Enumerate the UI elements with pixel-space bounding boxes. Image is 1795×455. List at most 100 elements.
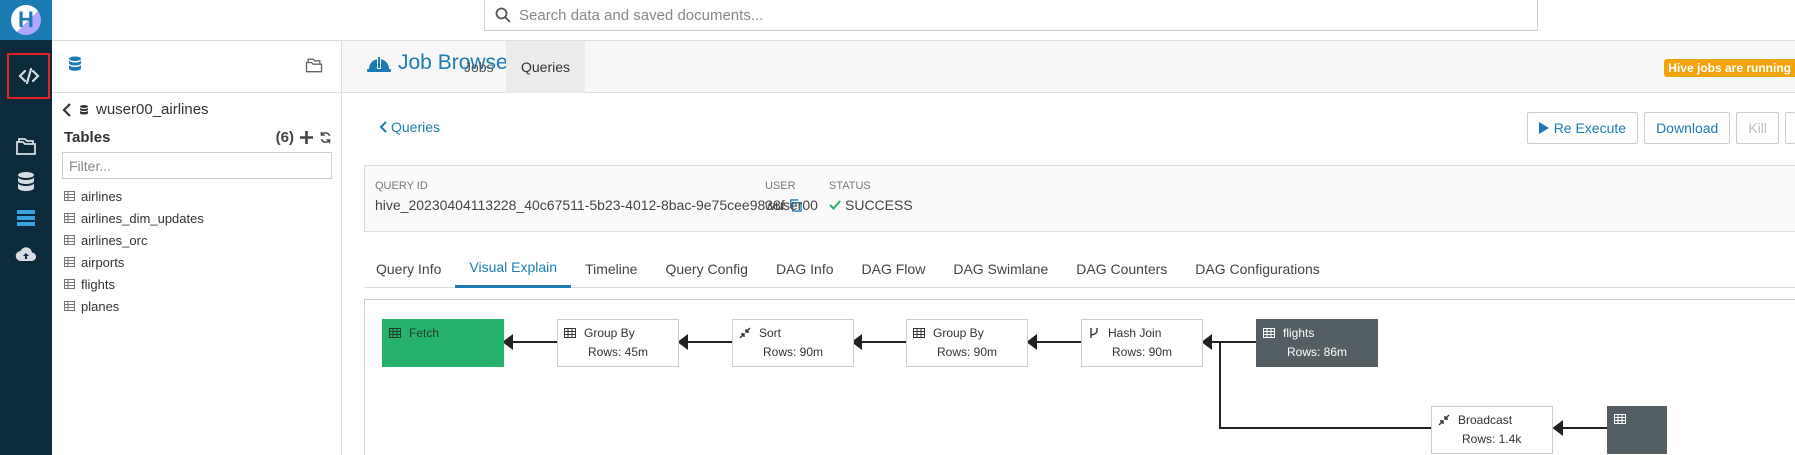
folder-icon[interactable] xyxy=(303,55,325,75)
table-name: airports xyxy=(81,254,125,270)
table-icon xyxy=(64,213,75,223)
chevron-left-icon xyxy=(379,121,387,133)
code-icon xyxy=(17,67,40,85)
tables-filter-input[interactable]: Filter... xyxy=(62,152,332,179)
chevron-left-icon xyxy=(62,102,71,117)
node-rows: Rows: 45m xyxy=(588,345,649,359)
table-item[interactable]: airports xyxy=(64,251,204,273)
visual-explain-canvas[interactable]: Fetch Group By Rows: 45m Sort Rows: 90m … xyxy=(364,299,1795,455)
play-icon xyxy=(1538,122,1549,134)
plan-node-broadcast[interactable]: Broadcast Rows: 1.4k xyxy=(1431,406,1553,454)
database-icon xyxy=(18,172,34,191)
database-icon xyxy=(80,104,88,114)
tab-label: Timeline xyxy=(585,260,638,277)
editor-nav-button[interactable] xyxy=(7,53,50,99)
node-title: Fetch xyxy=(409,326,440,340)
job-browser-main: Job Browser Jobs Queries Hive jobs are r… xyxy=(342,40,1795,455)
plan-node-sort[interactable]: Sort Rows: 90m xyxy=(732,319,854,367)
query-id-field: QUERY ID hive_20230404113228_40c67511-5b… xyxy=(375,180,802,213)
tab-visual-explain[interactable]: Visual Explain xyxy=(455,249,572,288)
user-label: USER xyxy=(765,180,796,192)
query-id-value: hive_20230404113228_40c67511-5b23-4012-8… xyxy=(375,197,785,213)
jobs-nav-button[interactable] xyxy=(0,198,52,238)
status-value: SUCCESS xyxy=(845,197,913,213)
hue-logo[interactable]: H xyxy=(0,0,52,40)
tab-label: DAG Configurations xyxy=(1195,260,1320,277)
table-icon xyxy=(64,257,75,267)
plan-node-fetch[interactable]: Fetch xyxy=(382,319,504,367)
node-title: Broadcast xyxy=(1458,413,1513,427)
app-root: H Search data and saved documents... wus… xyxy=(0,0,1795,455)
node-rows: Rows: 1.4k xyxy=(1462,432,1522,446)
tab-label: Query Config xyxy=(665,260,748,277)
breadcrumb[interactable]: wuser00_airlines xyxy=(62,101,209,118)
node-title: Hash Join xyxy=(1108,326,1162,340)
tab-jobs[interactable]: Jobs xyxy=(449,41,509,93)
kill-label: Kill xyxy=(1748,120,1767,136)
user-value: wuser00 xyxy=(765,197,818,213)
table-item[interactable]: airlines_dim_updates xyxy=(64,207,204,229)
branch-icon xyxy=(1090,328,1098,338)
table-icon xyxy=(1263,328,1275,338)
node-title: Sort xyxy=(759,326,782,340)
logo-icon: H xyxy=(11,5,41,35)
cloud-upload-icon xyxy=(15,247,37,262)
tab-jobs-label: Jobs xyxy=(464,59,494,75)
table-name: airlines_dim_updates xyxy=(81,210,204,226)
refresh-icon[interactable] xyxy=(319,131,332,144)
node-rows: Rows: 86m xyxy=(1287,345,1348,359)
tab-dag-swimlane[interactable]: DAG Swimlane xyxy=(939,249,1062,288)
tab-queries-label: Queries xyxy=(521,59,571,75)
tab-dag-flow[interactable]: DAG Flow xyxy=(848,249,940,288)
table-item[interactable]: airlines_orc xyxy=(64,229,204,251)
files-nav-button[interactable] xyxy=(0,126,52,166)
tables-list: airlines airlines_dim_updates airlines_o… xyxy=(64,185,204,317)
table-item[interactable]: planes xyxy=(64,295,204,317)
database-icon[interactable] xyxy=(66,54,84,74)
table-icon xyxy=(64,235,75,245)
tables-nav-button[interactable] xyxy=(0,162,52,202)
plan-node-hash-join[interactable]: Hash Join Rows: 90m xyxy=(1081,319,1203,367)
query-actions: Re Execute Download Kill xyxy=(1526,112,1795,144)
table-name: airlines_orc xyxy=(81,232,148,248)
tab-dag-info[interactable]: DAG Info xyxy=(762,249,848,288)
re-execute-button[interactable]: Re Execute xyxy=(1526,112,1639,144)
tab-dag-counters[interactable]: DAG Counters xyxy=(1062,249,1181,288)
table-icon xyxy=(564,328,576,338)
tab-query-info[interactable]: Query Info xyxy=(364,249,455,288)
table-item[interactable]: airlines xyxy=(64,185,204,207)
tables-label: Tables xyxy=(64,129,111,146)
table-icon xyxy=(389,328,401,338)
table-icon xyxy=(1614,414,1626,424)
tab-query-config[interactable]: Query Config xyxy=(651,249,761,288)
table-name: planes xyxy=(81,298,120,314)
plan-node-group-by[interactable]: Group By Rows: 45m xyxy=(557,319,679,367)
queries-back-link[interactable]: Queries xyxy=(379,119,440,135)
table-item[interactable]: flights xyxy=(64,273,204,295)
compress-icon xyxy=(739,327,751,339)
breadcrumb-database: wuser00_airlines xyxy=(96,101,209,118)
tab-queries[interactable]: Queries xyxy=(506,41,586,93)
user-field: USER wuser00 xyxy=(765,180,818,213)
plus-icon[interactable] xyxy=(300,131,313,144)
tab-dag-configurations[interactable]: DAG Configurations xyxy=(1181,249,1334,288)
tab-timeline[interactable]: Timeline xyxy=(571,249,651,288)
more-button[interactable] xyxy=(1785,112,1795,144)
importer-nav-button[interactable] xyxy=(0,234,52,274)
node-rows: Rows: 90m xyxy=(1112,345,1173,359)
status-label: STATUS xyxy=(829,180,871,192)
global-search[interactable]: Search data and saved documents... xyxy=(484,0,1538,31)
kill-button[interactable]: Kill xyxy=(1736,112,1779,144)
table-icon xyxy=(913,328,925,338)
plan-node-group-by[interactable]: Group By Rows: 90m xyxy=(906,319,1028,367)
download-button[interactable]: Download xyxy=(1644,112,1731,144)
search-input[interactable]: Search data and saved documents... xyxy=(519,7,763,24)
node-title: flights xyxy=(1283,326,1315,340)
job-browser-header: Job Browser Jobs Queries Hive jobs are r… xyxy=(342,41,1795,93)
plan-node-flights[interactable]: flights Rows: 86m xyxy=(1256,319,1378,367)
plan-node-table[interactable] xyxy=(1607,406,1667,454)
folder-icon xyxy=(16,138,36,155)
tables-header: Tables (6) xyxy=(64,129,332,146)
filter-placeholder: Filter... xyxy=(69,157,112,174)
left-navbar: H xyxy=(0,0,52,455)
